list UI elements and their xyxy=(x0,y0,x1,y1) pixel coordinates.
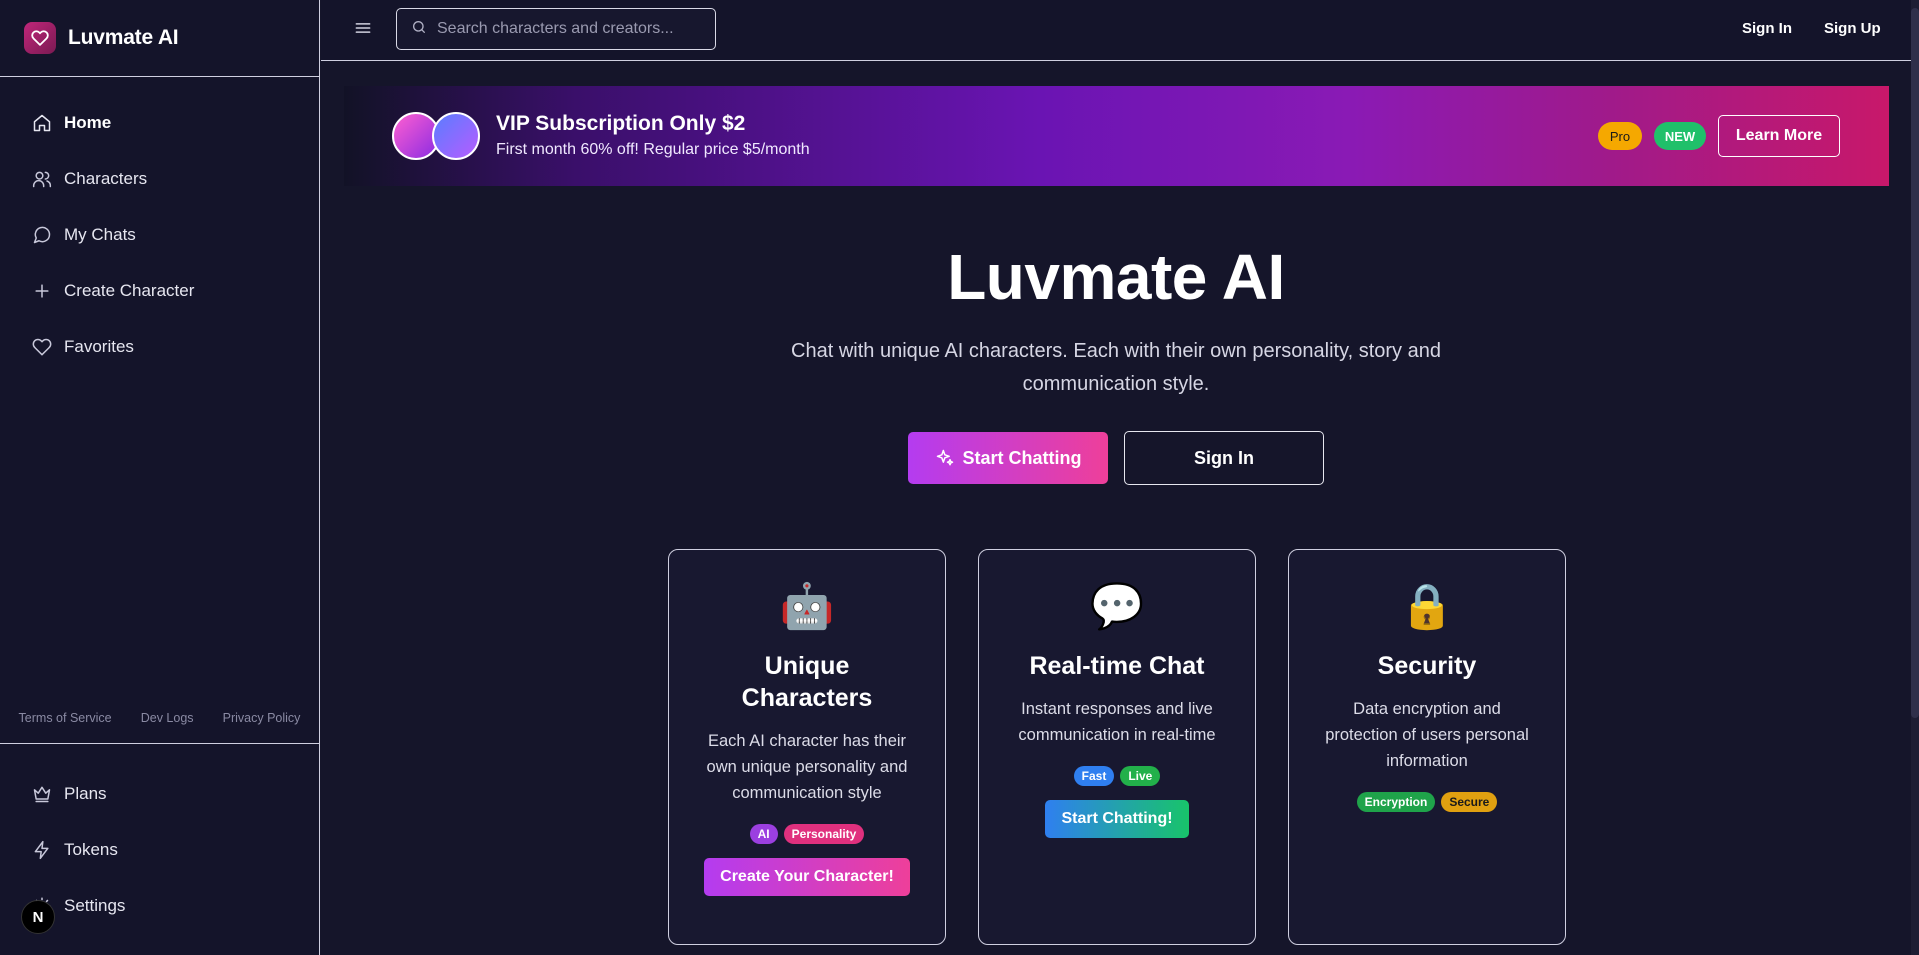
search-input[interactable] xyxy=(437,20,697,38)
sidebar-item-label: Create Character xyxy=(64,281,195,300)
dev-logs-link[interactable]: Dev Logs xyxy=(141,711,194,725)
banner-title: VIP Subscription Only $2 xyxy=(496,112,746,135)
card-tags: AI Personality xyxy=(669,824,945,844)
heart-icon xyxy=(32,337,52,357)
card-title: Security xyxy=(1377,652,1477,680)
feature-card-realtime-chat: 💬 Real-time Chat Instant responses and l… xyxy=(978,549,1256,945)
banner-subtitle: First month 60% off! Regular price $5/mo… xyxy=(496,141,810,158)
home-icon xyxy=(32,113,52,133)
sidebar-item-characters[interactable]: Characters xyxy=(0,151,319,207)
crown-icon xyxy=(32,784,52,804)
tag-ai: AI xyxy=(749,824,778,844)
heart-logo-icon xyxy=(24,22,56,54)
tag-fast: Fast xyxy=(1073,766,1115,786)
search-icon xyxy=(411,19,427,40)
card-text: Each AI character has their own unique p… xyxy=(706,732,908,802)
sidebar-item-plans[interactable]: Plans xyxy=(0,766,319,822)
tag-encryption: Encryption xyxy=(1356,792,1436,812)
sidebar-item-my-chats[interactable]: My Chats xyxy=(0,207,319,263)
plus-icon xyxy=(32,281,52,301)
chat-bubble-icon xyxy=(32,225,52,245)
card-title: Real-time Chat xyxy=(1029,652,1205,680)
sidebar-item-label: Plans xyxy=(64,784,107,803)
sidebar-item-label: Characters xyxy=(64,169,148,188)
feature-card-unique-characters: 🤖 Unique Characters Each AI character ha… xyxy=(668,549,946,945)
hero-title: Luvmate AI xyxy=(947,241,1285,313)
learn-more-button[interactable]: Learn More xyxy=(1718,115,1840,157)
sign-up-link[interactable]: Sign Up xyxy=(1824,20,1881,37)
avatar-bubble-blue xyxy=(432,112,480,160)
sidebar: Luvmate AI Home Characters My Chats Crea… xyxy=(0,0,320,955)
users-icon xyxy=(32,169,52,189)
topbar: Sign In Sign Up xyxy=(321,0,1919,61)
privacy-link[interactable]: Privacy Policy xyxy=(223,711,301,725)
speech-bubble-icon: 💬 xyxy=(1089,582,1145,631)
create-character-button[interactable]: Create Your Character! xyxy=(704,858,910,896)
scrollbar[interactable] xyxy=(1911,0,1919,955)
start-chatting-button[interactable]: Start Chatting xyxy=(908,432,1108,484)
vip-banner: VIP Subscription Only $2 First month 60%… xyxy=(344,86,1889,186)
card-text: Instant responses and live communication… xyxy=(1018,700,1216,744)
sidebar-item-favorites[interactable]: Favorites xyxy=(0,319,319,375)
tag-live: Live xyxy=(1120,766,1161,786)
start-chatting-label: Start Chatting xyxy=(962,447,1082,468)
tag-personality: Personality xyxy=(783,824,865,844)
pro-badge: Pro xyxy=(1598,122,1642,150)
sidebar-item-create-character[interactable]: Create Character xyxy=(0,263,319,319)
tag-secure: Secure xyxy=(1441,792,1498,812)
robot-icon: 🤖 xyxy=(779,582,835,631)
sidebar-item-home[interactable]: Home xyxy=(0,95,319,151)
dev-badge[interactable]: N xyxy=(21,900,55,934)
card-text: Data encryption and protection of users … xyxy=(1325,700,1529,770)
terms-link[interactable]: Terms of Service xyxy=(19,711,112,725)
sidebar-item-label: Home xyxy=(64,113,112,132)
lightning-icon xyxy=(32,840,52,860)
hero-sign-in-button[interactable]: Sign In xyxy=(1124,431,1324,485)
card-title: Unique Characters xyxy=(741,652,873,712)
brand[interactable]: Luvmate AI xyxy=(0,0,319,77)
sidebar-item-label: My Chats xyxy=(64,225,136,244)
lock-icon: 🔒 xyxy=(1399,582,1455,631)
sign-in-link[interactable]: Sign In xyxy=(1742,20,1792,37)
card-tags: Encryption Secure xyxy=(1289,792,1565,812)
search-box[interactable] xyxy=(396,8,716,50)
sidebar-item-label: Tokens xyxy=(64,840,118,859)
footer-links: Terms of Service Dev Logs Privacy Policy xyxy=(0,711,319,725)
sidebar-item-label: Favorites xyxy=(64,337,134,356)
sparkles-icon xyxy=(935,448,955,468)
start-chatting-card-button[interactable]: Start Chatting! xyxy=(1045,800,1189,838)
sidebar-item-tokens[interactable]: Tokens xyxy=(0,822,319,878)
feature-card-security: 🔒 Security Data encryption and protectio… xyxy=(1288,549,1566,945)
hero-subtitle: Chat with unique AI characters. Each wit… xyxy=(791,340,1441,395)
new-badge: NEW xyxy=(1654,122,1706,150)
card-tags: Fast Live xyxy=(979,766,1255,786)
scrollbar-thumb[interactable] xyxy=(1911,8,1919,718)
menu-icon[interactable] xyxy=(353,18,373,38)
main-nav: Home Characters My Chats Create Characte… xyxy=(0,77,319,375)
sidebar-item-label: Settings xyxy=(64,896,126,915)
app-name: Luvmate AI xyxy=(68,26,179,49)
